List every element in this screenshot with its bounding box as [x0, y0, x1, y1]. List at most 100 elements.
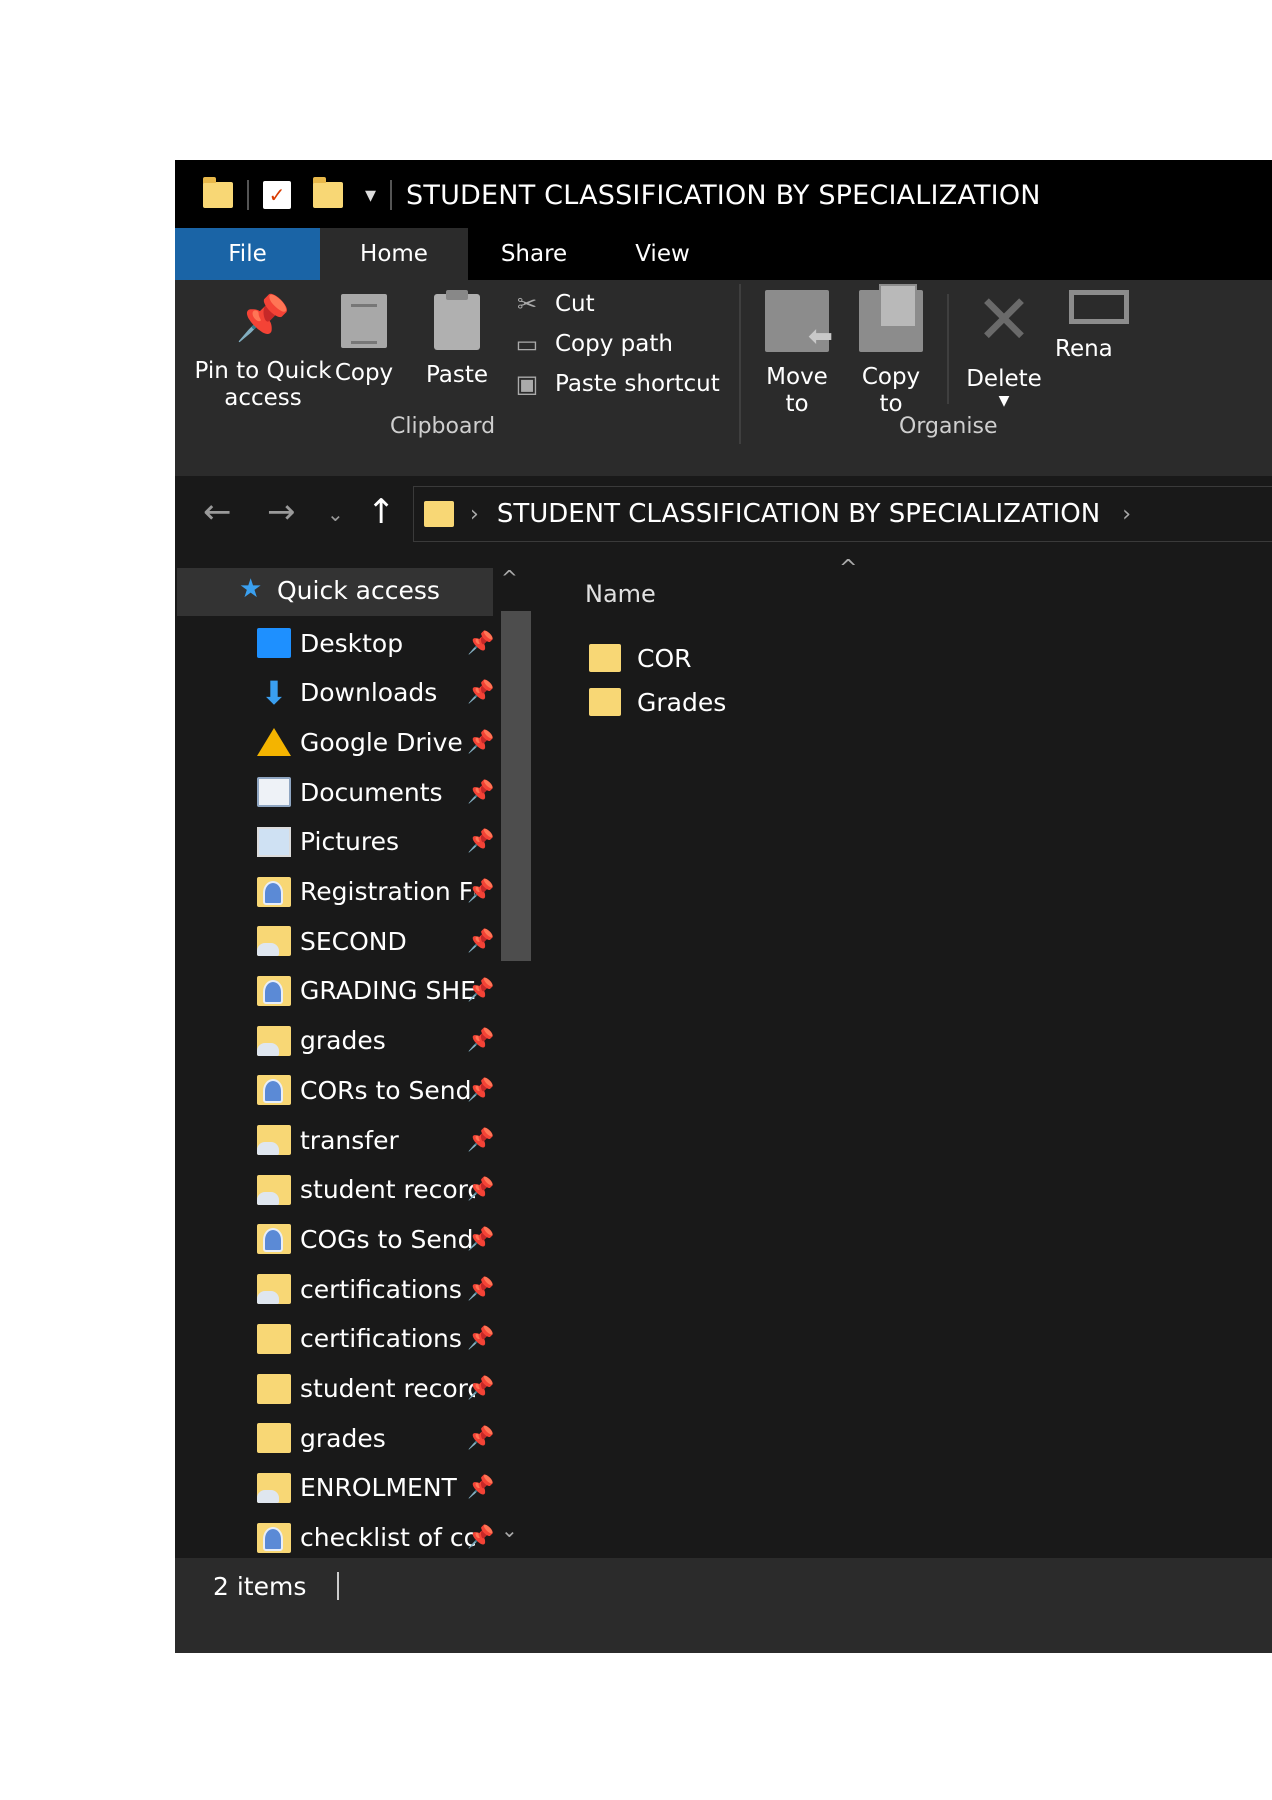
delete-x-icon: ✕ [975, 281, 1033, 360]
shared-folder-icon [257, 876, 291, 907]
tab-share[interactable]: Share [468, 228, 600, 280]
pin-icon[interactable]: 📌 [467, 631, 494, 656]
cloud-folder-icon [257, 1274, 291, 1305]
scrollbar-thumb[interactable] [501, 611, 531, 961]
up-arrow-icon[interactable]: ↑ [367, 492, 396, 532]
sidebar-item[interactable]: Desktop 📌 [175, 618, 515, 668]
sidebar-item[interactable]: grades 📌 [175, 1413, 515, 1463]
star-icon: ★ [239, 574, 263, 604]
ribbon: 📌 Pin to Quick access Copy Paste ✂ Cut ▭… [175, 280, 1272, 476]
pin-icon[interactable]: 📌 [467, 978, 494, 1003]
sidebar-item[interactable]: GRADING SHE 📌 [175, 966, 515, 1016]
sidebar-item[interactable]: COGs to Send 📌 [175, 1214, 515, 1264]
tab-file[interactable]: File [175, 228, 320, 280]
pin-icon[interactable]: 📌 [467, 1326, 494, 1351]
pin-icon[interactable]: 📌 [467, 1277, 494, 1302]
shared-folder-icon [257, 1224, 291, 1255]
sidebar-item[interactable]: certifications 📌 [175, 1264, 515, 1314]
pin-icon[interactable]: 📌 [467, 680, 494, 705]
sidebar-item-label: Google Drive [300, 727, 463, 757]
copy-path-button[interactable]: ▭ Copy path [511, 330, 673, 358]
sidebar-item-label: SECOND [300, 926, 407, 956]
sidebar-item[interactable]: grades 📌 [175, 1016, 515, 1066]
documents-icon [257, 777, 291, 808]
pin-icon: 📌 [235, 293, 291, 344]
address-bar[interactable]: › STUDENT CLASSIFICATION BY SPECIALIZATI… [413, 486, 1272, 542]
quick-access-item[interactable]: ★ Quick access [177, 568, 493, 616]
sidebar-item[interactable]: Documents 📌 [175, 767, 515, 817]
sidebar-item[interactable]: Google Drive 📌 [175, 717, 515, 767]
pin-icon[interactable]: 📌 [467, 1376, 494, 1401]
pin-icon[interactable]: 📌 [467, 929, 494, 954]
move-to-button[interactable]: Move to [759, 290, 835, 418]
scroll-up-icon[interactable]: ^ [501, 566, 518, 590]
delete-button[interactable]: ✕ Delete ▼ [961, 281, 1047, 410]
breadcrumb-chevron-icon[interactable]: › [470, 502, 479, 527]
cloud-folder-icon [257, 1025, 291, 1056]
sidebar-item-label: GRADING SHE [300, 976, 475, 1006]
organise-group-label: Organise [899, 414, 998, 439]
new-folder-icon[interactable] [313, 177, 343, 208]
column-header-name[interactable]: Name [585, 580, 656, 608]
pin-to-quick-access-button[interactable]: 📌 Pin to Quick access [193, 292, 333, 412]
sidebar-item[interactable]: certifications 📌 [175, 1314, 515, 1364]
pin-icon[interactable]: 📌 [467, 1128, 494, 1153]
file-row[interactable]: Grades [589, 682, 726, 722]
sidebar-item-label: Documents [300, 777, 443, 807]
cut-label: Cut [555, 291, 595, 317]
pin-icon[interactable]: 📌 [467, 1227, 494, 1252]
pin-icon[interactable]: 📌 [467, 780, 494, 805]
pin-icon[interactable]: 📌 [467, 879, 494, 904]
cloud-folder-icon [257, 1174, 291, 1205]
pin-icon[interactable]: 📌 [467, 1028, 494, 1053]
sidebar-item[interactable]: student recorc 📌 [175, 1364, 515, 1414]
cloud-folder-icon [257, 926, 291, 957]
sidebar-item[interactable]: Registration Fc 📌 [175, 867, 515, 917]
rename-button[interactable]: Rena [1055, 290, 1129, 363]
breadcrumb-current-folder[interactable]: STUDENT CLASSIFICATION BY SPECIALIZATION [497, 499, 1100, 529]
sidebar-item[interactable]: ⬇ Downloads 📌 [175, 668, 515, 718]
pin-icon[interactable]: 📌 [467, 1078, 494, 1103]
back-arrow-icon[interactable]: ← [203, 492, 232, 532]
desktop-icon [257, 628, 291, 658]
breadcrumb-chevron-icon[interactable]: › [1122, 502, 1131, 527]
scissors-icon: ✂ [516, 290, 538, 318]
pin-icon[interactable]: 📌 [467, 1426, 494, 1451]
clipboard-group-label: Clipboard [390, 414, 496, 439]
recent-locations-chevron-icon[interactable]: ⌄ [327, 502, 344, 526]
sidebar-item[interactable]: checklist of co 📌 [175, 1513, 515, 1563]
nav-scrollbar[interactable]: ^ ⌄ [493, 556, 535, 1556]
file-row[interactable]: COR [589, 638, 692, 678]
sidebar-item[interactable]: Pictures 📌 [175, 817, 515, 867]
paste-shortcut-button[interactable]: ▣ Paste shortcut [511, 370, 720, 398]
tab-view[interactable]: View [600, 228, 725, 280]
sidebar-item[interactable]: transfer 📌 [175, 1115, 515, 1165]
folder-icon [589, 644, 621, 672]
customize-quick-access-dropdown-icon[interactable]: ▾ [365, 183, 376, 208]
paste-icon [434, 290, 480, 350]
sidebar-item[interactable]: ENROLMENT 📌 [175, 1463, 515, 1513]
pin-icon[interactable]: 📌 [467, 730, 494, 755]
forward-arrow-icon[interactable]: → [267, 492, 296, 532]
pin-icon[interactable]: 📌 [467, 829, 494, 854]
scroll-down-icon[interactable]: ⌄ [501, 1518, 518, 1542]
sidebar-item[interactable]: student recorc 📌 [175, 1165, 515, 1215]
sidebar-item-label: Registration Fc [300, 877, 475, 906]
shared-folder-icon [257, 975, 291, 1006]
properties-icon[interactable]: ✓ [263, 181, 291, 209]
pin-icon[interactable]: 📌 [467, 1475, 494, 1500]
copy-button[interactable]: Copy [331, 294, 397, 387]
ribbon-tabs: File Home Share View [175, 228, 1272, 280]
sidebar-item[interactable]: SECOND 📌 [175, 916, 515, 966]
move-label-line2: to [785, 391, 809, 417]
cut-button[interactable]: ✂ Cut [511, 290, 595, 318]
copy-to-button[interactable]: Copy to [853, 284, 929, 418]
tab-home[interactable]: Home [320, 228, 468, 280]
folder-icon [257, 1373, 291, 1404]
pin-icon[interactable]: 📌 [467, 1525, 494, 1550]
sidebar-item[interactable]: CORs to Send 📌 [175, 1065, 515, 1115]
paste-button[interactable]: Paste [417, 290, 497, 389]
pin-label-line2: access [224, 385, 302, 411]
cloud-folder-icon [257, 1125, 291, 1155]
pin-icon[interactable]: 📌 [467, 1177, 494, 1202]
